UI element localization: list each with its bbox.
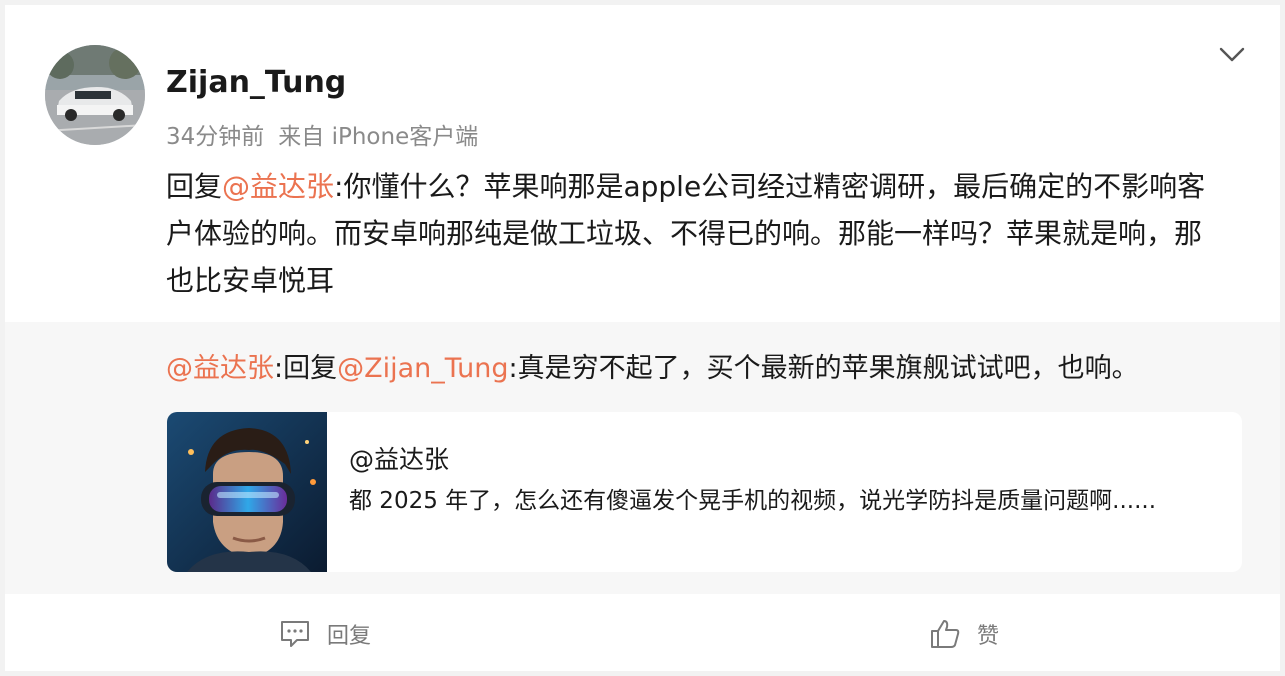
- like-label: 赞: [977, 624, 1000, 649]
- original-post-text: 都 2025 年了，怎么还有傻逼发个晃手机的视频，说光学防抖是质量问题啊....…: [349, 488, 1157, 514]
- original-post-thumbnail: [167, 412, 327, 572]
- reply-prefix: 回复: [166, 170, 223, 203]
- mention-link[interactable]: @益达张: [222, 170, 334, 203]
- post-time: 34分钟前: [166, 124, 265, 150]
- original-post-author[interactable]: @益达张: [349, 440, 449, 476]
- quoted-reply-body: :真是穷不起了，买个最新的苹果旗舰试试吧，也响。: [508, 353, 1139, 384]
- original-post-card[interactable]: @益达张 都 2025 年了，怎么还有傻逼发个晃手机的视频，说光学防抖是质量问题…: [167, 412, 1242, 572]
- avatar[interactable]: [45, 45, 145, 145]
- like-button[interactable]: 赞: [929, 618, 999, 650]
- chevron-down-icon[interactable]: [1215, 43, 1249, 67]
- post-meta: 34分钟前 来自 iPhone客户端: [166, 117, 478, 151]
- reply-label: 回复: [327, 624, 372, 649]
- username[interactable]: Zijan_Tung: [166, 65, 346, 100]
- quoted-reply-text: @益达张:回复@Zijan_Tung:真是穷不起了，买个最新的苹果旗舰试试吧，也…: [166, 349, 1139, 389]
- comment-text: 回复@益达张:你懂什么？苹果响那是apple公司经过精密调研，最后确定的不影响客…: [166, 163, 1216, 304]
- quoted-target-mention[interactable]: @Zijan_Tung: [337, 353, 508, 384]
- weibo-comment-card: Zijan_Tung 34分钟前 来自 iPhone客户端 回复@益达张:你懂什么…: [5, 5, 1280, 671]
- thumbs-up-icon: [929, 618, 961, 650]
- quoted-reply-separator: :回复: [274, 353, 338, 384]
- quoted-author-mention[interactable]: @益达张: [166, 353, 274, 384]
- quoted-reply: @益达张:回复@Zijan_Tung:真是穷不起了，买个最新的苹果旗舰试试吧，也…: [5, 322, 1280, 594]
- comment-icon: [279, 619, 311, 649]
- post-source: 来自 iPhone客户端: [278, 124, 479, 150]
- action-bar: 回复 赞: [5, 594, 1280, 671]
- reply-button[interactable]: 回复: [279, 618, 371, 650]
